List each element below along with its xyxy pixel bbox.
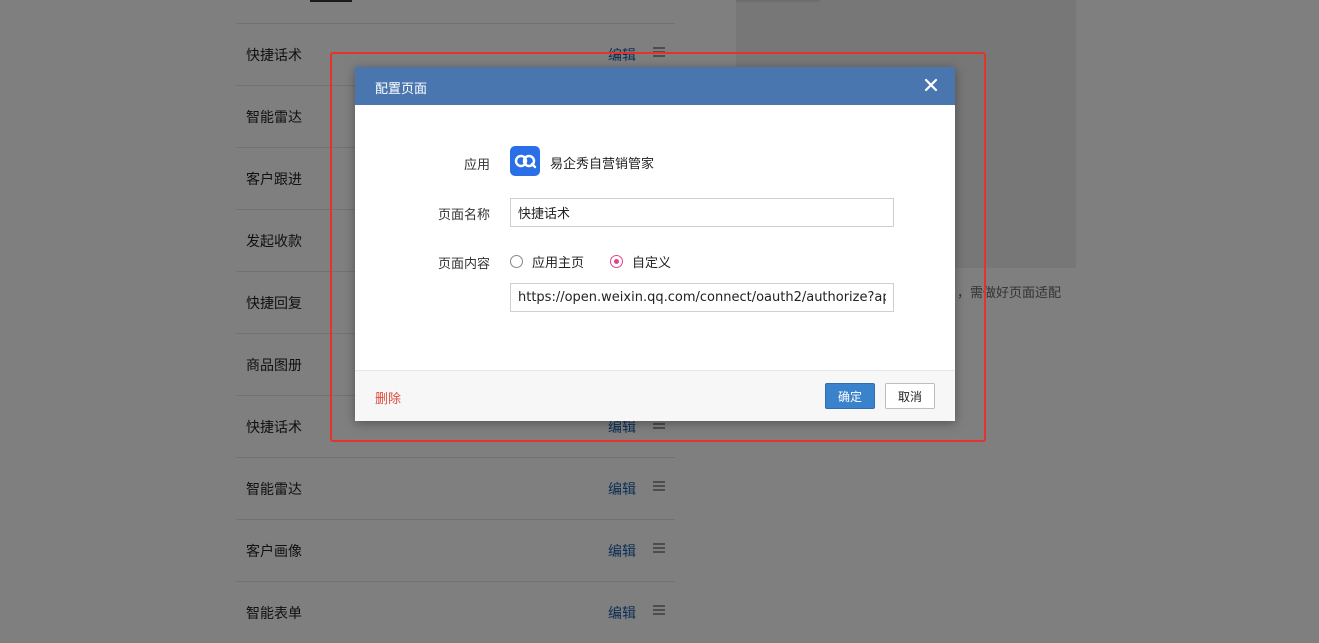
dialog-header: 配置页面	[355, 67, 955, 105]
close-icon[interactable]	[921, 75, 941, 95]
radio-custom[interactable]: 自定义	[610, 252, 671, 271]
page-name-input[interactable]	[510, 198, 894, 227]
page-name-label: 页面名称	[437, 208, 490, 223]
radio-circle-checked	[610, 255, 623, 268]
url-input[interactable]	[510, 283, 894, 312]
delete-link[interactable]: 删除	[375, 388, 401, 407]
cancel-button[interactable]: 取消	[885, 383, 935, 409]
dialog-title: 配置页面	[375, 82, 428, 97]
dialog-footer: 删除 确定 取消	[355, 370, 955, 421]
config-page-dialog: 配置页面 应用 易企秀自营销管家 页面名称 页面内容 应用主页	[355, 67, 955, 421]
radio-circle	[510, 255, 523, 268]
radio-label: 自定义	[632, 256, 672, 271]
confirm-button[interactable]: 确定	[825, 383, 875, 409]
radio-label: 应用主页	[532, 256, 585, 271]
app-label: 应用	[463, 158, 490, 173]
dialog-body: 应用 易企秀自营销管家 页面名称 页面内容 应用主页 自定义	[355, 105, 955, 370]
app-logo-icon	[510, 146, 540, 176]
page-content-label: 页面内容	[437, 257, 490, 272]
radio-app-home[interactable]: 应用主页	[510, 252, 584, 271]
app-name: 易企秀自营销管家	[550, 157, 655, 172]
